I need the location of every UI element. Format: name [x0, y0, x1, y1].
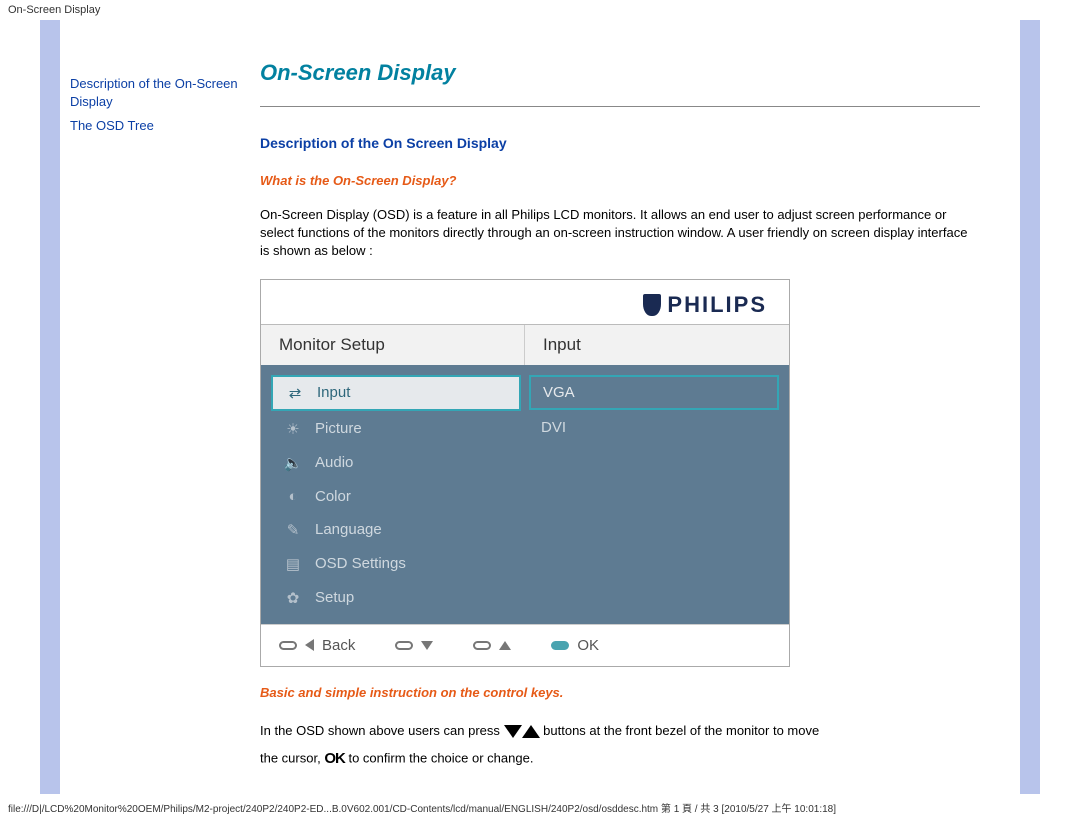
osd-header-right: Input [525, 325, 789, 365]
menu-item-icon: ◐ [283, 488, 303, 505]
osd-menu-item[interactable]: 🔈 Audio [271, 447, 521, 479]
menu-item-icon: ⇄ [285, 384, 305, 402]
osd-right-column: VGA DVI [529, 375, 779, 614]
triangle-left-icon [305, 639, 314, 651]
sub-item-label: DVI [541, 419, 566, 436]
osd-menu-item[interactable]: ☀ Picture [271, 413, 521, 445]
instr-part-d: to confirm the choice or change. [348, 750, 533, 765]
sidebar-link-description[interactable]: Description of the On-Screen Display [70, 75, 240, 111]
osd-menu-item[interactable]: ◐ Color [271, 481, 521, 512]
sidebar: Description of the On-Screen Display The… [60, 20, 250, 794]
sub-item-label: VGA [543, 384, 575, 401]
osd-body: ⇄ Input ☀ Picture 🔈 Audio ◐ Color ✎ Language ▤ OSD … [261, 365, 789, 624]
page-title: On-Screen Display [260, 60, 980, 86]
menu-item-icon: ✎ [283, 521, 303, 539]
osd-screenshot: PHILIPS Monitor Setup Input ⇄ Input ☀ Pictu… [260, 279, 790, 667]
osd-sub-item[interactable]: DVI [529, 412, 779, 443]
menu-item-label: OSD Settings [315, 555, 406, 572]
osd-sub-item[interactable]: VGA [529, 375, 779, 410]
instr-part-b: buttons at the front bezel of the monito… [543, 723, 819, 738]
ok-icon: OK [324, 750, 345, 767]
osd-header-left: Monitor Setup [261, 325, 525, 365]
window-title: On-Screen Display [0, 0, 1080, 20]
menu-item-icon: 🔈 [283, 454, 303, 472]
menu-item-icon: ☀ [283, 420, 303, 438]
osd-up-button[interactable] [473, 641, 511, 650]
osd-ok-button[interactable]: OK [551, 637, 599, 654]
pill-icon [473, 641, 491, 650]
right-stripe [1020, 20, 1040, 794]
page-wrapper: Description of the On-Screen Display The… [40, 20, 1040, 794]
footer-file-path: file:///D|/LCD%20Monitor%20OEM/Philips/M… [0, 794, 1080, 821]
osd-left-column: ⇄ Input ☀ Picture 🔈 Audio ◐ Color ✎ Language ▤ OSD … [271, 375, 521, 614]
osd-header-row: Monitor Setup Input [261, 324, 789, 365]
osd-ok-label: OK [577, 637, 599, 654]
osd-menu-item[interactable]: ⇄ Input [271, 375, 521, 411]
osd-menu-item[interactable]: ✿ Setup [271, 582, 521, 614]
menu-item-label: Setup [315, 589, 354, 606]
menu-item-label: Picture [315, 420, 362, 437]
sidebar-link-osd-tree[interactable]: The OSD Tree [70, 117, 240, 135]
philips-logo: PHILIPS [643, 292, 767, 318]
menu-item-label: Language [315, 521, 382, 538]
osd-back-label: Back [322, 637, 355, 654]
main-content: On-Screen Display Description of the On … [250, 20, 1020, 794]
left-stripe [40, 20, 60, 794]
philips-wordmark: PHILIPS [667, 292, 767, 318]
pill-icon [395, 641, 413, 650]
instruction-text: In the OSD shown above users can press b… [260, 718, 980, 774]
osd-menu-item[interactable]: ✎ Language [271, 514, 521, 546]
subheading-what-is: What is the On-Screen Display? [260, 173, 980, 188]
triangle-up-icon [522, 725, 540, 738]
menu-item-icon: ▤ [283, 555, 303, 573]
instr-part-a: In the OSD shown above users can press [260, 723, 500, 738]
paragraph-intro: On-Screen Display (OSD) is a feature in … [260, 206, 980, 261]
divider [260, 106, 980, 107]
menu-item-label: Color [315, 488, 351, 505]
osd-down-button[interactable] [395, 641, 433, 650]
osd-footer: Back OK [261, 624, 789, 666]
subheading-instructions: Basic and simple instruction on the cont… [260, 685, 980, 700]
section-heading: Description of the On Screen Display [260, 135, 980, 151]
osd-logo-row: PHILIPS [261, 280, 789, 324]
philips-shield-icon [643, 294, 661, 316]
triangle-up-icon [499, 641, 511, 650]
osd-back-button[interactable]: Back [279, 637, 355, 654]
menu-item-label: Audio [315, 454, 353, 471]
osd-menu-item[interactable]: ▤ OSD Settings [271, 548, 521, 580]
pill-filled-icon [551, 641, 569, 650]
triangle-down-icon [504, 725, 522, 738]
pill-icon [279, 641, 297, 650]
menu-item-label: Input [317, 384, 350, 401]
menu-item-icon: ✿ [283, 589, 303, 607]
triangle-down-icon [421, 641, 433, 650]
instr-part-c: the cursor, [260, 750, 321, 765]
